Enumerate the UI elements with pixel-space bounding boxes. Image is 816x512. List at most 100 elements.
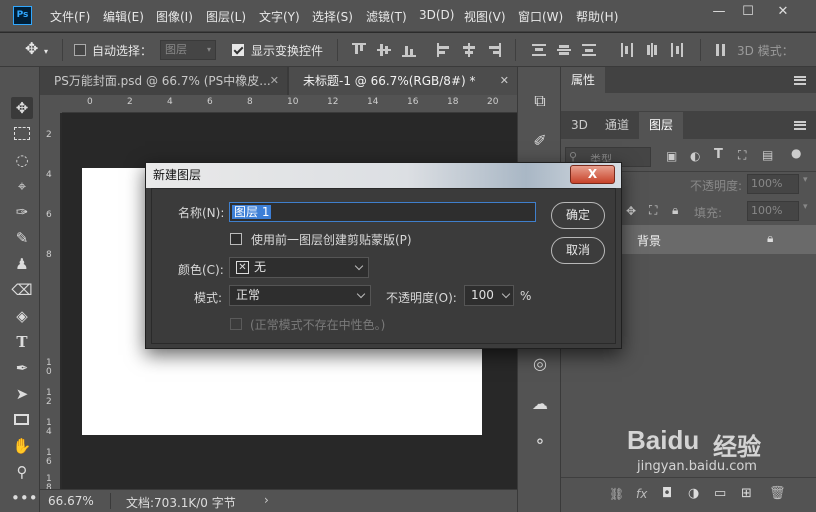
libraries-panel-icon[interactable]: ☁ — [528, 392, 552, 416]
distribute-hcenter-icon[interactable] — [645, 43, 659, 57]
window-close-button[interactable]: ✕ — [770, 2, 796, 22]
tab-properties[interactable]: 属性 — [561, 67, 606, 93]
quick-selection-tool-icon[interactable]: ⌖ — [11, 175, 33, 197]
close-icon[interactable]: ✕ — [500, 67, 509, 95]
chevron-down-icon[interactable]: ▾ — [44, 47, 48, 56]
trash-icon[interactable]: 🗑︎ — [769, 486, 786, 501]
auto-select-target-dropdown[interactable]: 图层 ▾ — [160, 40, 216, 60]
auto-align-icon[interactable] — [714, 43, 728, 57]
menu-window[interactable]: 窗口(W) — [518, 8, 563, 25]
menu-layer[interactable]: 图层(L) — [206, 8, 246, 25]
zoom-tool-icon[interactable]: ⚲ — [11, 461, 33, 483]
chevron-down-icon[interactable] — [501, 289, 511, 299]
dialog-title-bar[interactable]: 新建图层 X — [146, 163, 621, 188]
more-tools-icon[interactable]: ••• — [11, 487, 38, 509]
distribute-right-icon[interactable] — [670, 43, 684, 57]
opacity-input[interactable]: 100 — [464, 285, 514, 306]
align-left-icon[interactable] — [437, 43, 451, 57]
align-hcenter-icon[interactable] — [462, 43, 476, 57]
menu-view[interactable]: 视图(V) — [464, 8, 506, 25]
opacity-label: 不透明度(O): — [386, 291, 457, 305]
move-tool-icon[interactable]: ✥ — [11, 97, 33, 119]
filter-toggle-icon[interactable]: ● — [791, 146, 801, 160]
clipping-mask-label[interactable]: 使用前一图层创建剪贴蒙版(P) — [251, 231, 412, 248]
align-bottom-icon[interactable] — [402, 43, 416, 57]
menu-type[interactable]: 文字(Y) — [259, 8, 300, 25]
eraser-tool-icon[interactable]: ⌫ — [11, 279, 33, 301]
marquee-tool-icon[interactable] — [11, 123, 33, 145]
distribute-top-icon[interactable] — [532, 43, 546, 57]
panel-menu-icon[interactable] — [794, 76, 806, 85]
minimize-button[interactable]: — — [706, 2, 732, 22]
link-layers-icon[interactable]: ⛓ — [609, 487, 624, 501]
lock-position-icon[interactable]: ✥ — [626, 204, 636, 218]
ruler-tick-label: 8 — [247, 97, 253, 107]
distribute-vcenter-icon[interactable] — [557, 43, 571, 57]
brush-tool-icon[interactable]: ✎ — [11, 227, 33, 249]
menu-edit[interactable]: 编辑(E) — [103, 8, 144, 25]
filter-shape-icon[interactable]: ⛶ — [738, 148, 746, 163]
status-menu-arrow[interactable]: › — [264, 493, 269, 507]
add-mask-icon[interactable]: ◘ — [662, 486, 672, 501]
filter-type-icon[interactable]: T — [714, 147, 723, 162]
auto-select-checkbox[interactable] — [74, 44, 86, 56]
hand-tool-icon[interactable]: ✋ — [11, 435, 33, 457]
dialog-close-button[interactable]: X — [570, 165, 615, 184]
menu-image[interactable]: 图像(I) — [156, 8, 193, 25]
tab-untitled-1[interactable]: 未标题-1 @ 66.7%(RGB/8#) * ✕ — [289, 67, 517, 95]
tab-3d[interactable]: 3D — [561, 112, 598, 138]
color-dropdown[interactable]: ✕ 无 — [229, 257, 369, 278]
fx-icon[interactable]: fx — [636, 487, 647, 501]
lock-all-icon[interactable]: 🔒︎ — [672, 203, 678, 218]
new-adjustment-icon[interactable]: ◑ — [688, 486, 699, 501]
ok-button[interactable]: 确定 — [551, 202, 605, 229]
tab-layers[interactable]: 图层 — [639, 112, 684, 139]
adjustment-panel-icon[interactable]: ◎ — [528, 352, 552, 376]
show-transform-checkbox[interactable] — [232, 44, 244, 56]
path-selection-tool-icon[interactable]: ➤ — [11, 383, 33, 405]
panel-menu-icon[interactable] — [794, 121, 806, 130]
filter-pixel-icon[interactable]: ▣ — [666, 149, 677, 163]
distribute-left-icon[interactable] — [620, 43, 634, 57]
zoom-level[interactable]: 66.67% — [48, 494, 94, 508]
rectangle-tool-icon[interactable] — [11, 409, 33, 431]
paint-bucket-tool-icon[interactable]: ◈ — [11, 305, 33, 327]
clipping-mask-checkbox[interactable] — [230, 233, 242, 245]
chevron-down-icon[interactable]: ▾ — [803, 175, 808, 185]
filter-adjustment-icon[interactable]: ◐ — [690, 149, 700, 163]
type-tool-icon[interactable]: T — [11, 331, 33, 353]
align-right-icon[interactable] — [487, 43, 501, 57]
opacity-field[interactable]: 100% — [747, 174, 799, 194]
menu-select[interactable]: 选择(S) — [312, 8, 353, 25]
move-tool-icon[interactable]: ✥ — [25, 39, 38, 58]
menu-help[interactable]: 帮助(H) — [576, 8, 618, 25]
cancel-button[interactable]: 取消 — [551, 237, 605, 264]
layer-name[interactable]: 背景 — [637, 232, 661, 249]
brush-settings-panel-icon[interactable]: ✐ — [528, 129, 552, 153]
menu-3d[interactable]: 3D(D) — [419, 8, 454, 22]
tab-channels[interactable]: 通道 — [595, 112, 639, 138]
learn-panel-icon[interactable]: ⚬ — [528, 430, 552, 454]
stamp-tool-icon[interactable]: ♟ — [11, 253, 33, 275]
close-icon[interactable]: ✕ — [270, 67, 279, 95]
align-top-icon[interactable] — [352, 43, 366, 57]
ruler-tick-label: 18 — [447, 97, 459, 107]
fill-field[interactable]: 100% — [747, 201, 799, 221]
eyedropper-tool-icon[interactable]: ✑ — [11, 201, 33, 223]
chevron-down-icon[interactable]: ▾ — [803, 202, 808, 212]
filter-smart-object-icon[interactable]: ▤ — [762, 148, 773, 162]
lasso-tool-icon[interactable]: ◌ — [11, 149, 33, 171]
menu-filter[interactable]: 滤镜(T) — [366, 8, 407, 25]
distribute-bottom-icon[interactable] — [582, 43, 596, 57]
align-vcenter-icon[interactable] — [377, 43, 391, 57]
restore-button[interactable]: ☐ — [735, 2, 761, 22]
menu-file[interactable]: 文件(F) — [50, 8, 90, 25]
mode-dropdown[interactable]: 正常 — [229, 285, 371, 306]
new-group-icon[interactable]: ▭ — [714, 486, 726, 501]
lock-artboard-icon[interactable]: ⛶ — [649, 203, 657, 218]
history-panel-icon[interactable]: ⧉ — [528, 89, 552, 113]
tab-ps-cover[interactable]: PS万能封面.psd @ 66.7% (PS中橡皮... ✕ — [40, 67, 287, 95]
layer-name-input[interactable]: 图层 1 — [229, 202, 536, 222]
pen-tool-icon[interactable]: ✒ — [11, 357, 33, 379]
new-layer-icon[interactable]: ⊞ — [741, 486, 752, 501]
